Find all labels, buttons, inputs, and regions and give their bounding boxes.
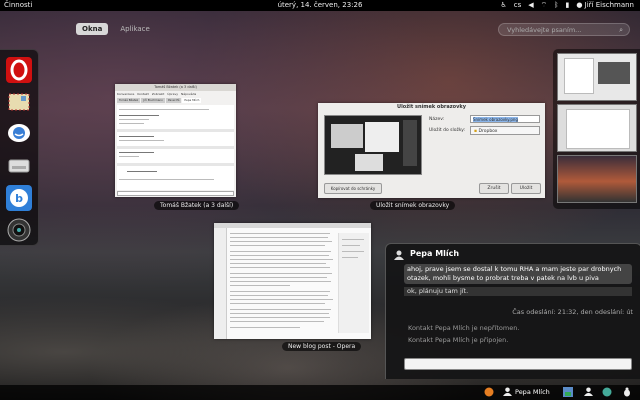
search-icon: ⌕ <box>619 26 623 34</box>
chat-input[interactable] <box>117 191 234 196</box>
save-button[interactable]: Uložit <box>511 183 541 194</box>
screenshot-preview <box>324 115 422 175</box>
chat-contact-name: Pepa Mlích <box>410 249 460 258</box>
tab-applications[interactable]: Aplikace <box>114 23 156 35</box>
chat-tab[interactable]: Pepa Mlích <box>182 98 202 103</box>
folder-icon: ▪ <box>474 129 478 134</box>
status-message: Kontakt Pepa Mlích je nepřítomen. <box>408 324 520 332</box>
window-caption: Tomáš Bžatek (a 3 další) <box>154 201 240 210</box>
svg-text:b: b <box>15 192 23 205</box>
window-caption: Uložit snímek obrazovky <box>370 201 456 210</box>
browser-sidebar <box>214 228 227 339</box>
workspace-3[interactable] <box>557 155 637 203</box>
tray-chat-item[interactable]: Pepa Mlích <box>503 387 550 396</box>
folder-select[interactable]: ▪ Dropbox <box>470 126 540 135</box>
system-tray: ♿ cs ◀ ⌔ ᛒ ▮ ● Jiří Eischmann <box>500 0 634 11</box>
opera-icon[interactable] <box>6 57 32 83</box>
user-icon <box>503 387 512 396</box>
mail-icon[interactable] <box>6 89 32 115</box>
top-bar: Činnosti úterý, 14. červen, 23:26 ♿ cs ◀… <box>0 0 640 11</box>
contacts-icon[interactable] <box>602 387 612 397</box>
volume-icon[interactable]: ◀ <box>528 0 533 11</box>
menu-item[interactable]: Nápověda <box>181 92 196 96</box>
chat-message: ok, plánuju tam jít. <box>404 287 632 296</box>
window-titlebar: Tomáš Bžatek (a 3 další) <box>115 84 236 91</box>
opera-window[interactable] <box>214 223 371 339</box>
chat-message: ahoj, prave jsem se dostal k tomu RHA a … <box>404 264 632 284</box>
bittorrent-icon[interactable]: b <box>6 185 32 211</box>
bluetooth-icon[interactable]: ᛒ <box>554 0 558 11</box>
chat-tab[interactable]: Jiří Eischmann <box>141 98 165 103</box>
blog-editor-text <box>230 231 334 335</box>
chat-tabs: Tomáš Bžatek Jiří Eischmann Pavel Pš Pep… <box>117 98 234 103</box>
dash: b <box>0 49 39 246</box>
chat-tab[interactable]: Tomáš Bžatek <box>117 98 141 103</box>
chat-tab[interactable]: Pavel Pš <box>166 98 182 103</box>
battery-icon[interactable]: ▮ <box>565 0 569 11</box>
user-icon[interactable] <box>584 387 593 396</box>
name-label: Název: <box>429 117 445 122</box>
search-placeholder: Vyhledávejte psaním... <box>507 26 582 34</box>
workspace-1[interactable] <box>557 53 637 101</box>
keyboard-layout[interactable]: cs <box>514 0 522 11</box>
fox-icon[interactable] <box>484 387 494 397</box>
menu-item[interactable]: Zobrazit <box>152 92 164 96</box>
window-caption: New blog post - Opera <box>282 342 362 351</box>
workspace-2[interactable] <box>557 104 637 152</box>
menu-item[interactable]: Konverzace <box>117 92 134 96</box>
filename-input[interactable]: Snímek obrazovky.png <box>470 115 540 123</box>
chat-icon[interactable] <box>6 121 32 147</box>
tray-contact-label: Pepa Mlích <box>515 387 550 396</box>
folder-label: Uložit do složky: <box>429 128 466 133</box>
camera-icon[interactable] <box>6 217 32 243</box>
image-icon[interactable] <box>563 387 573 397</box>
filename-value: Snímek obrazovky.png <box>473 117 518 122</box>
bug-icon[interactable] <box>622 387 632 397</box>
network-icon[interactable]: ⌔ <box>541 0 548 11</box>
browser-toolbar <box>214 223 371 228</box>
user-name: Jiří Eischmann <box>584 1 634 9</box>
user-menu[interactable]: ● Jiří Eischmann <box>576 0 634 11</box>
chat-reply-input[interactable] <box>404 358 632 370</box>
message-tray: Pepa Mlích <box>0 385 640 400</box>
accessibility-icon[interactable]: ♿ <box>500 0 506 11</box>
view-selector: Okna Aplikace <box>76 23 156 35</box>
avatar <box>394 250 404 260</box>
cancel-button[interactable]: Zrušit <box>479 183 509 194</box>
chat-notification[interactable]: Pepa Mlích ahoj, prave jsem se dostal k … <box>385 243 640 379</box>
folder-value: Dropbox <box>478 129 498 134</box>
chat-log <box>117 105 234 190</box>
menu-item[interactable]: Kontakt <box>137 92 148 96</box>
screenshot-dialog[interactable]: Uložit snímek obrazovky Název: Snímek ob… <box>318 103 545 198</box>
workspace-switcher <box>553 49 640 209</box>
search-input[interactable]: Vyhledávejte psaním... ⌕ <box>498 23 630 36</box>
window-menubar: Konverzace Kontakt Zobrazit Úpravy Nápov… <box>117 92 196 96</box>
user-icon: ● <box>576 1 583 9</box>
dialog-title: Uložit snímek obrazovky <box>397 104 466 110</box>
sent-time: Čas odeslání: 21:32, den odeslání: út <box>512 308 633 316</box>
copy-to-clipboard-button[interactable]: Kopírovat do schránky <box>324 183 382 194</box>
editor-side-panel <box>338 233 369 333</box>
empathy-chat-window[interactable]: Tomáš Bžatek (a 3 další) Konverzace Kont… <box>115 84 236 197</box>
tab-windows[interactable]: Okna <box>76 23 109 35</box>
status-message: Kontakt Pepa Mlích je připojen. <box>408 336 509 344</box>
disk-icon[interactable] <box>6 153 32 179</box>
menu-item[interactable]: Úpravy <box>167 92 178 96</box>
